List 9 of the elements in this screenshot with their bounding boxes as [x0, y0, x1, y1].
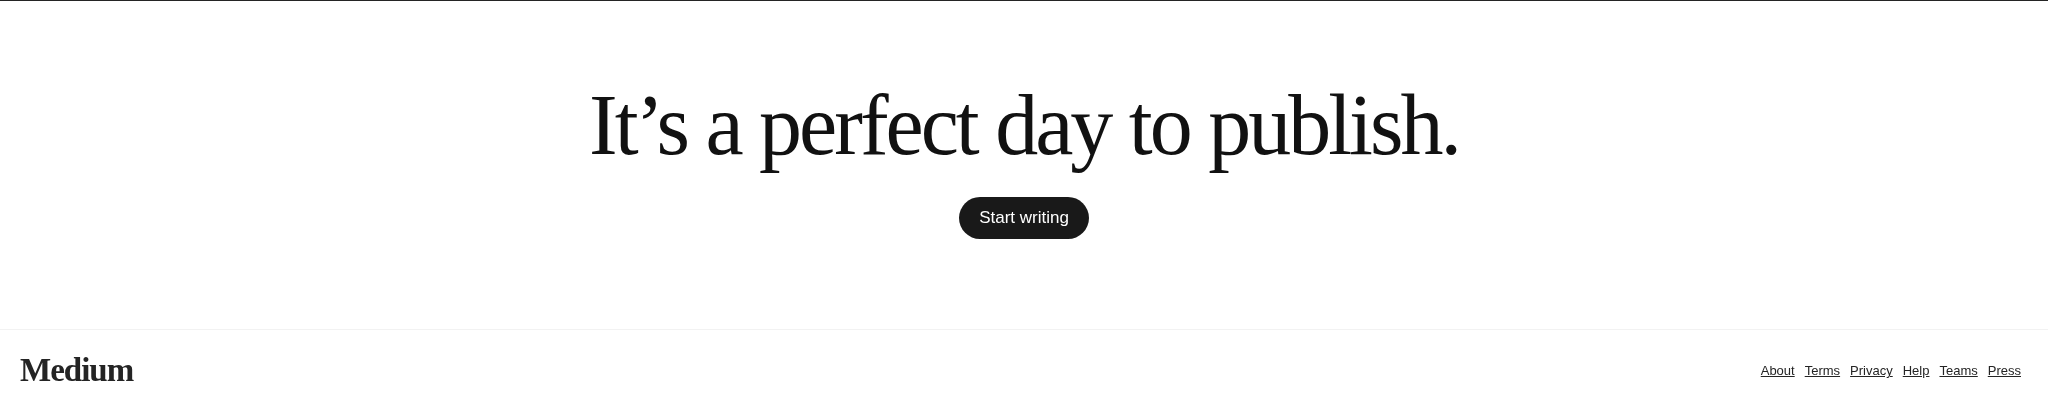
footer-link[interactable]: About: [1760, 361, 1795, 381]
footer-link[interactable]: Privacy: [1850, 361, 1893, 381]
footer-link[interactable]: Press: [1987, 361, 2021, 381]
footer-link[interactable]: Help: [1902, 361, 1930, 381]
footer-link[interactable]: Terms: [1804, 361, 1841, 381]
start-writing-button[interactable]: Start writing: [959, 197, 1089, 239]
medium-logo[interactable]: Medium: [20, 346, 134, 396]
hero-heading: It’s a perfect day to publish.: [589, 76, 1459, 175]
footer-link[interactable]: Teams: [1939, 361, 1978, 381]
